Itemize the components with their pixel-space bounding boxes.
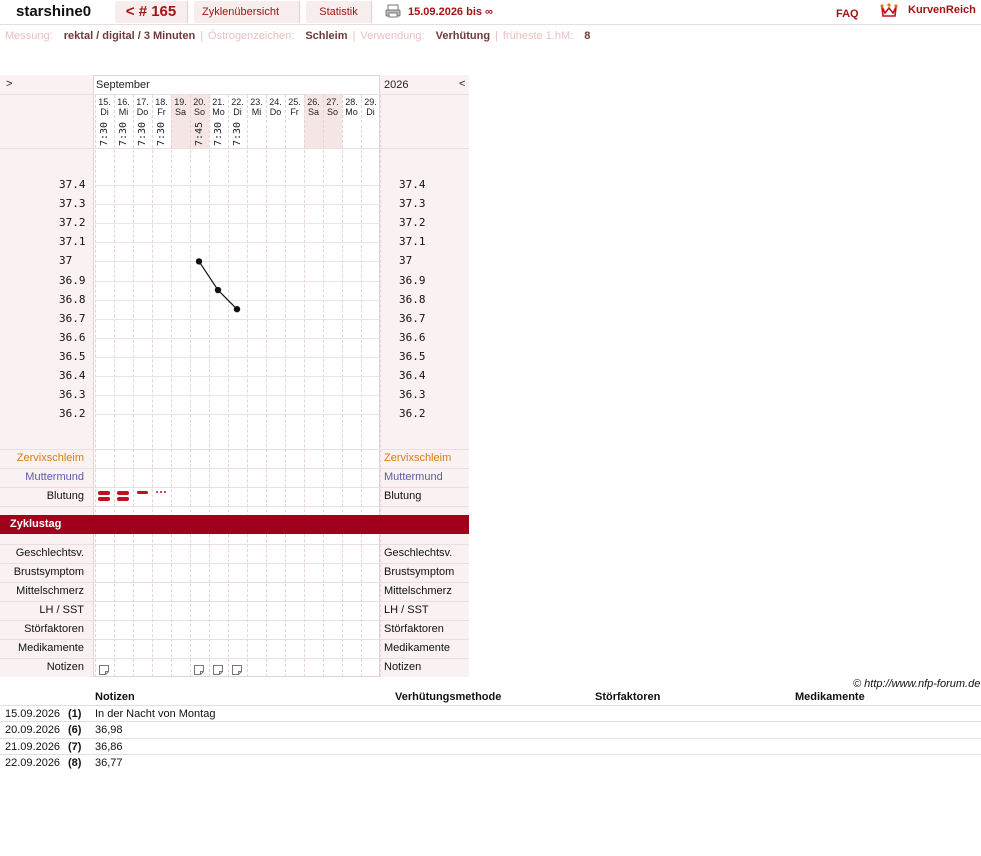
row-note: 36,86 bbox=[95, 740, 123, 753]
temperature-point[interactable] bbox=[195, 258, 203, 265]
row-note: In der Nacht von Montag bbox=[95, 708, 216, 720]
row-date: 22.09.2026 bbox=[5, 756, 61, 769]
early-value: 8 bbox=[584, 30, 591, 42]
temperature-segment bbox=[198, 261, 219, 291]
table-row: 20.09.2026 (6) 36,98 bbox=[0, 721, 981, 738]
table-row: 21.09.2026 (7) 36,86 bbox=[0, 737, 981, 755]
medi-header: Medikamente bbox=[795, 691, 865, 703]
temperature-point[interactable] bbox=[214, 286, 222, 294]
temperature-curve bbox=[195, 258, 241, 313]
notes-header: Notizen bbox=[95, 691, 135, 703]
row-date: 15.09.2026 bbox=[5, 708, 61, 720]
row-date: 20.09.2026 bbox=[5, 724, 61, 737]
separator: | bbox=[495, 30, 498, 42]
row-day: (1) bbox=[68, 708, 82, 720]
row-date: 21.09.2026 bbox=[5, 740, 61, 753]
row-day: (8) bbox=[68, 756, 82, 769]
early-label: früheste 1.hM: bbox=[502, 30, 574, 42]
row-day: (6) bbox=[68, 724, 82, 737]
stoer-header: Störfaktoren bbox=[595, 691, 661, 703]
row-note: 36,98 bbox=[95, 724, 123, 737]
faq-link[interactable]: FAQ bbox=[836, 8, 859, 20]
row-day: (7) bbox=[68, 740, 82, 753]
table-row: 15.09.2026 (1) In der Nacht von Montag bbox=[0, 705, 981, 722]
copyright-text: © http://www.nfp-forum.de bbox=[853, 678, 981, 690]
temperature-segment bbox=[217, 289, 238, 310]
row-note: 36,77 bbox=[95, 756, 123, 769]
method-header: Verhütungsmethode bbox=[395, 691, 502, 703]
temperature-point[interactable] bbox=[233, 305, 241, 313]
crown-logo-icon[interactable] bbox=[880, 1, 898, 19]
brand-name[interactable]: KurvenReich bbox=[908, 4, 976, 16]
table-row: 22.09.2026 (8) 36,77 bbox=[0, 753, 981, 771]
